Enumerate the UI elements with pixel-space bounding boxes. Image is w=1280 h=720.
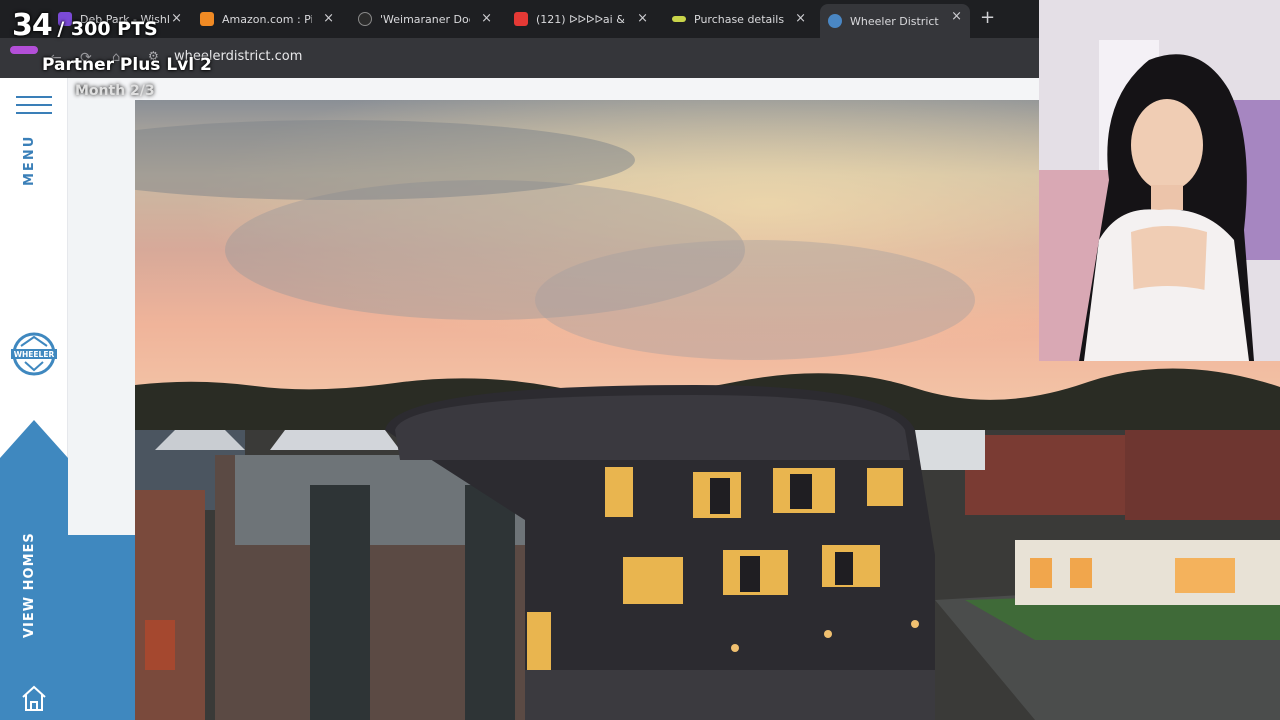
screen: Deb Park - Wishlist × Amazon.com : Pink … — [0, 0, 1280, 720]
pinterest-favicon-icon — [358, 12, 372, 26]
tab-wheeler-district[interactable]: Wheeler District - C × — [820, 4, 970, 38]
tab-close-icon[interactable]: × — [637, 11, 648, 26]
new-tab-button[interactable]: + — [980, 7, 995, 28]
view-homes-button[interactable]: VIEW HOMES — [22, 520, 46, 650]
hamburger-menu-icon[interactable] — [16, 96, 52, 120]
tab-close-icon[interactable]: × — [481, 11, 492, 26]
wheeler-logo[interactable]: WHEELER — [9, 332, 59, 376]
tab-close-icon[interactable]: × — [171, 11, 182, 26]
menu-button[interactable]: MENU — [22, 135, 46, 186]
site-top-strip — [0, 78, 1040, 100]
tier-label: Partner Plus Lvl 2 — [42, 55, 212, 75]
amazon-favicon-icon — [200, 12, 214, 26]
tab-close-icon[interactable]: × — [951, 9, 962, 24]
wheeler-favicon-icon — [828, 14, 842, 28]
home-icon[interactable] — [20, 683, 48, 713]
webcam-feed — [1039, 0, 1280, 361]
logo-text: WHEELER — [14, 350, 55, 359]
month-label: Month 2/3 — [75, 83, 155, 99]
tab-weimaraner[interactable]: 'Weimaraner Dog in × — [350, 6, 500, 32]
tab-close-icon[interactable]: × — [795, 11, 806, 26]
view-homes-arrow — [0, 420, 68, 458]
points-counter: 34 / 300 PTS — [12, 8, 158, 43]
points-progress-bar — [10, 46, 38, 54]
purchase-favicon-icon — [672, 16, 686, 22]
tab-youtube[interactable]: (121) ᐅᐅᐅᐅai & A × — [506, 6, 656, 32]
tab-purchase-details[interactable]: Purchase details | P × — [664, 6, 814, 32]
tab-amazon[interactable]: Amazon.com : Pink × — [192, 6, 342, 32]
page-gutter-accent — [68, 535, 135, 720]
youtube-favicon-icon — [514, 12, 528, 26]
tab-close-icon[interactable]: × — [323, 11, 334, 26]
